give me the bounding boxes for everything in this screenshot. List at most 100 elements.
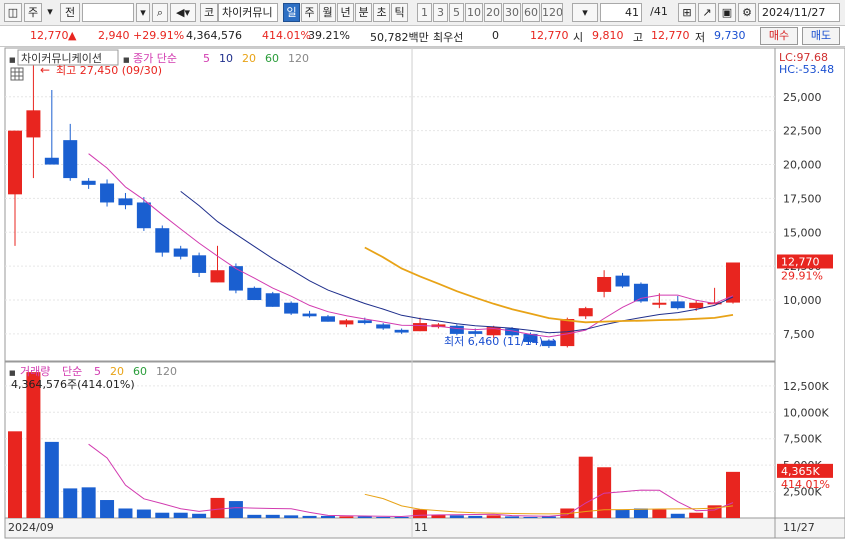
candle-body bbox=[689, 302, 704, 309]
current-pct-label: 29.91% bbox=[781, 269, 823, 282]
candle-body bbox=[578, 308, 593, 317]
volume-legend-period-20: 20 bbox=[110, 365, 124, 378]
volume-bar bbox=[339, 516, 354, 518]
x-label-end: 11/27 bbox=[783, 521, 815, 534]
volume-bar bbox=[284, 515, 299, 518]
price-tick-label: 20,000 bbox=[783, 159, 822, 172]
volume-bar bbox=[376, 516, 391, 518]
candle-body bbox=[26, 110, 41, 138]
price-tick-label: 7,500 bbox=[783, 328, 815, 341]
candle-body bbox=[247, 287, 262, 301]
volume-bar bbox=[44, 441, 59, 518]
candle-body bbox=[449, 325, 464, 334]
volume-bar bbox=[505, 516, 520, 518]
volume-legend-period-120: 120 bbox=[156, 365, 177, 378]
table-icon bbox=[10, 67, 24, 81]
price-tick-label: 25,000 bbox=[783, 91, 822, 104]
volume-bar bbox=[523, 516, 538, 518]
volume-legend-label: 단순 bbox=[62, 365, 82, 378]
panel-marker-icon: ■ bbox=[9, 56, 16, 64]
volume-bar bbox=[155, 512, 170, 518]
candle-body bbox=[468, 331, 483, 334]
high-arrow-icon: ← bbox=[40, 63, 50, 77]
volume-tick-label: 10,000K bbox=[783, 406, 829, 419]
candle-body bbox=[376, 324, 391, 329]
low-arrow-icon: → bbox=[546, 334, 556, 348]
candle-body bbox=[63, 140, 78, 179]
candle-body bbox=[726, 262, 740, 303]
legend-marker-icon: ■ bbox=[123, 56, 130, 64]
price-volume-chart[interactable]: 7,50010,00012,50015,00017,50020,00022,50… bbox=[0, 0, 845, 543]
volume-bar bbox=[100, 500, 115, 518]
candle-body bbox=[173, 248, 188, 257]
volume-bar bbox=[210, 497, 225, 518]
volume-bar bbox=[449, 515, 464, 518]
candle-body bbox=[210, 270, 225, 283]
volume-bar bbox=[578, 456, 593, 518]
low-annotation: 최저 6,460 (11/14) bbox=[444, 335, 543, 348]
x-label-start: 2024/09 bbox=[8, 521, 54, 534]
legend-period-10: 10 bbox=[219, 52, 233, 65]
candle-body bbox=[339, 320, 354, 325]
candle-body bbox=[413, 323, 428, 332]
current-volume-label: 4,365K bbox=[781, 465, 820, 478]
volume-bar bbox=[173, 512, 188, 518]
legend-period-5: 5 bbox=[203, 52, 210, 65]
volume-tick-label: 7,500K bbox=[783, 433, 822, 446]
hc-label: HC:-53.48 bbox=[779, 63, 834, 76]
candle-body bbox=[192, 255, 207, 273]
volume-value-label: 4,364,576주(414.01%) bbox=[11, 378, 135, 391]
volume-bar bbox=[26, 372, 41, 518]
candle-body bbox=[394, 329, 409, 333]
price-tick-label: 22,500 bbox=[783, 125, 822, 138]
x-axis-bar bbox=[4, 517, 776, 539]
volume-bar bbox=[8, 431, 22, 518]
high-annotation: 최고 27,450 (09/30) bbox=[56, 64, 162, 77]
candle-body bbox=[265, 293, 280, 307]
volume-bar bbox=[81, 487, 96, 518]
volume-bar bbox=[118, 508, 133, 518]
candle-body bbox=[228, 266, 243, 291]
legend-period-20: 20 bbox=[242, 52, 256, 65]
volume-bar bbox=[265, 514, 280, 518]
volume-bar bbox=[63, 488, 78, 518]
volume-bar bbox=[228, 501, 243, 518]
price-tick-label: 15,000 bbox=[783, 226, 822, 239]
price-tick-label: 17,500 bbox=[783, 192, 822, 205]
volume-bar bbox=[136, 509, 151, 518]
candle-body bbox=[597, 276, 612, 292]
volume-bar bbox=[633, 508, 648, 518]
volume-bar bbox=[615, 509, 630, 518]
volume-bar bbox=[413, 509, 428, 518]
current-price-label: 12,770 bbox=[781, 255, 820, 268]
candle-body bbox=[8, 130, 22, 195]
volume-label: 거래량 bbox=[20, 365, 50, 378]
volume-bar bbox=[689, 512, 704, 518]
current-volume-pct: 414.01% bbox=[781, 478, 830, 491]
volume-bar bbox=[247, 514, 262, 518]
candle-body bbox=[652, 302, 667, 305]
candle-body bbox=[136, 202, 151, 229]
candle-body bbox=[100, 183, 115, 203]
candle-body bbox=[357, 320, 372, 324]
volume-bar bbox=[468, 515, 483, 518]
candle-body bbox=[155, 228, 170, 253]
volume-bar bbox=[726, 471, 740, 518]
candle-body bbox=[118, 198, 133, 206]
volume-bar bbox=[357, 516, 372, 518]
volume-tick-label: 12,500K bbox=[783, 380, 829, 393]
candle-body bbox=[81, 180, 96, 185]
volume-bar bbox=[394, 516, 409, 518]
price-tick-label: 10,000 bbox=[783, 294, 822, 307]
volume-marker-icon: ■ bbox=[9, 369, 16, 377]
volume-bar bbox=[302, 515, 317, 518]
candle-body bbox=[670, 301, 685, 309]
legend-period-120: 120 bbox=[288, 52, 309, 65]
x-label-month: 11 bbox=[414, 521, 428, 534]
legend-period-60: 60 bbox=[265, 52, 279, 65]
candle-body bbox=[302, 313, 317, 317]
volume-bar bbox=[192, 513, 207, 518]
volume-bar bbox=[320, 515, 335, 518]
candle-body bbox=[320, 316, 335, 322]
volume-bar bbox=[670, 513, 685, 518]
